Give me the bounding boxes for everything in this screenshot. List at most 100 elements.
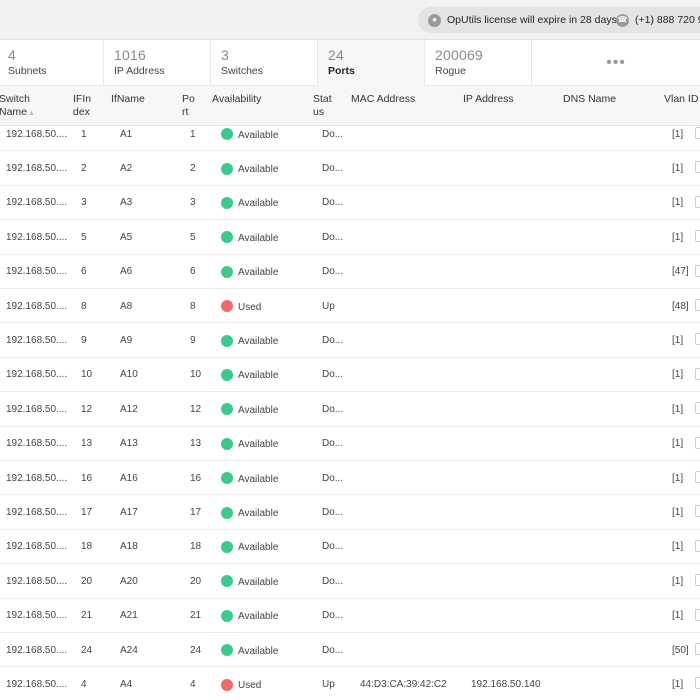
table-row[interactable]: 192.168.50.... 24 A24 24 Available Do... [50]: [0, 633, 700, 668]
row-checkbox[interactable]: [695, 436, 700, 449]
row-checkbox[interactable]: [695, 677, 700, 690]
available-status-icon: [221, 196, 233, 209]
row-checkbox[interactable]: [695, 333, 700, 346]
row-checkbox[interactable]: [695, 643, 700, 655]
cell-vlan-id: [1]: [672, 610, 684, 622]
cell-availability: Available: [221, 633, 278, 667]
column-header-vlan-id[interactable]: Vlan ID: [664, 93, 698, 106]
column-header-text: Availability: [212, 93, 262, 105]
cell-ifname: A6: [120, 266, 133, 278]
table-row[interactable]: 192.168.50.... 9 A9 9 Available Do... [1]: [0, 323, 700, 358]
table-row[interactable]: 192.168.50.... 6 A6 6 Available Do... [47]: [0, 255, 700, 289]
column-header-port[interactable]: Po rt: [182, 93, 195, 119]
tab-label: IP Address: [114, 65, 165, 77]
cell-vlan-id: [1]: [672, 335, 684, 347]
column-header-availability[interactable]: Availability: [212, 93, 261, 106]
table-row[interactable]: 192.168.50.... 4 A4 4 Used Up 44:D3:CA:39:42:C…: [0, 667, 700, 700]
cell-port: 8: [190, 300, 196, 312]
summary-tabs: 4 Subnets 1016 IP Address 3 Switches 24 …: [0, 40, 700, 86]
tab-rogue[interactable]: 200069 Rogue: [425, 40, 532, 86]
availability-text: Available: [238, 404, 279, 416]
tab-ports[interactable]: 24 Ports: [318, 40, 425, 86]
tab-count: 3: [221, 47, 229, 63]
license-notice[interactable]: ● OpUtils license will expire in 28 days: [428, 7, 617, 33]
tab-switches[interactable]: 3 Switches: [211, 40, 318, 86]
table-row[interactable]: 192.168.50.... 12 A12 12 Available Do... [1]: [0, 392, 700, 427]
column-header-text: Vlan ID: [664, 93, 699, 105]
cell-ifindex: 20: [81, 575, 93, 587]
cell-vlan-id: [47]: [672, 266, 689, 278]
row-checkbox[interactable]: [695, 299, 700, 311]
cell-ifindex: 6: [81, 266, 87, 278]
table-row[interactable]: 192.168.50.... 16 A16 16 Available Do... [1]: [0, 461, 700, 496]
cell-port: 13: [190, 438, 202, 450]
cell-ifname: A17: [120, 507, 138, 519]
row-checkbox[interactable]: [695, 127, 700, 139]
table-row[interactable]: 192.168.50.... 8 A8 8 Used Up [48]: [0, 289, 700, 324]
cell-vlan-id: [48]: [672, 300, 689, 312]
table-row[interactable]: 192.168.50.... 18 A18 18 Available Do... [1]: [0, 530, 700, 565]
available-status-icon: [221, 575, 233, 588]
table-row[interactable]: 192.168.50.... 3 A3 3 Available Do... [1]: [0, 186, 700, 221]
column-header-mac-address[interactable]: MAC Address: [351, 93, 415, 106]
row-checkbox[interactable]: [695, 161, 700, 174]
cell-status: Do...: [322, 128, 344, 140]
cell-availability: Available: [221, 358, 278, 392]
available-status-icon: [221, 609, 233, 622]
cell-port: 12: [190, 403, 202, 415]
row-checkbox[interactable]: [695, 264, 700, 277]
table-row[interactable]: 192.168.50.... 17 A17 17 Available Do... [1]: [0, 495, 700, 530]
cell-ifname: A9: [120, 335, 133, 347]
cell-ifname: A24: [120, 644, 138, 656]
cell-status: Do...: [322, 335, 344, 347]
cell-vlan-id: [1]: [672, 128, 684, 140]
row-checkbox[interactable]: [695, 195, 700, 208]
column-header-text: MAC Address: [351, 93, 416, 105]
table-row[interactable]: 192.168.50.... 13 A13 13 Available Do... [1]: [0, 427, 700, 461]
column-header-ifindex[interactable]: IFIn dex: [73, 93, 91, 119]
license-text: OpUtils license will expire in 28 days: [447, 14, 617, 26]
cell-status: Up: [322, 679, 335, 691]
table-row[interactable]: 192.168.50.... 10 A10 10 Available Do... [1]: [0, 358, 700, 393]
cell-switch-name: 192.168.50....: [6, 472, 68, 484]
more-options-icon[interactable]: •••: [532, 40, 700, 86]
phone-text: (+1) 888 720 9: [635, 14, 700, 26]
row-checkbox[interactable]: [695, 574, 700, 587]
cell-ifname: A18: [120, 541, 138, 553]
table-row[interactable]: 192.168.50.... 1 A1 1 Available Do... [1]: [0, 117, 700, 152]
phone-notice[interactable]: ☎ (+1) 888 720 9: [616, 7, 700, 33]
table-row[interactable]: 192.168.50.... 20 A20 20 Available Do... [1]: [0, 564, 700, 599]
cell-ip-address: 192.168.50.140: [471, 679, 541, 691]
tab-ip-address[interactable]: 1016 IP Address: [104, 40, 211, 86]
column-header-switch-name[interactable]: Switch Name▲: [0, 93, 35, 120]
row-checkbox[interactable]: [695, 539, 700, 552]
availability-text: Available: [238, 336, 279, 348]
availability-text: Used: [238, 301, 262, 313]
column-header-ip-address[interactable]: IP Address: [463, 93, 514, 106]
row-checkbox[interactable]: [695, 608, 700, 621]
cell-ifname: A10: [120, 369, 138, 381]
row-checkbox[interactable]: [695, 505, 700, 518]
cell-ifindex: 5: [81, 231, 87, 243]
availability-text: Available: [238, 473, 279, 485]
cell-status: Do...: [322, 575, 344, 587]
available-status-icon: [221, 231, 233, 244]
sort-icon[interactable]: ▲: [28, 110, 35, 117]
cell-switch-name: 192.168.50....: [6, 507, 68, 519]
cell-availability: Available: [221, 392, 278, 426]
tab-count: 200069: [435, 47, 483, 63]
row-checkbox[interactable]: [695, 230, 700, 243]
table-row[interactable]: 192.168.50.... 21 A21 21 Available Do... [1]: [0, 599, 700, 633]
table-row[interactable]: 192.168.50.... 2 A2 2 Available Do... [1]: [0, 151, 700, 186]
row-checkbox[interactable]: [695, 402, 700, 415]
table-row[interactable]: 192.168.50.... 5 A5 5 Available Do... [1]: [0, 220, 700, 255]
tab-subnets[interactable]: 4 Subnets: [0, 40, 104, 86]
availability-text: Available: [238, 542, 279, 554]
row-checkbox[interactable]: [695, 367, 700, 380]
column-header-dns-name[interactable]: DNS Name: [563, 93, 616, 106]
column-header-ifname[interactable]: IfName: [111, 93, 145, 106]
cell-vlan-id: [1]: [672, 438, 684, 450]
row-checkbox[interactable]: [695, 471, 700, 483]
column-header-status[interactable]: Stat us: [313, 93, 332, 119]
cell-switch-name: 192.168.50....: [6, 541, 68, 553]
